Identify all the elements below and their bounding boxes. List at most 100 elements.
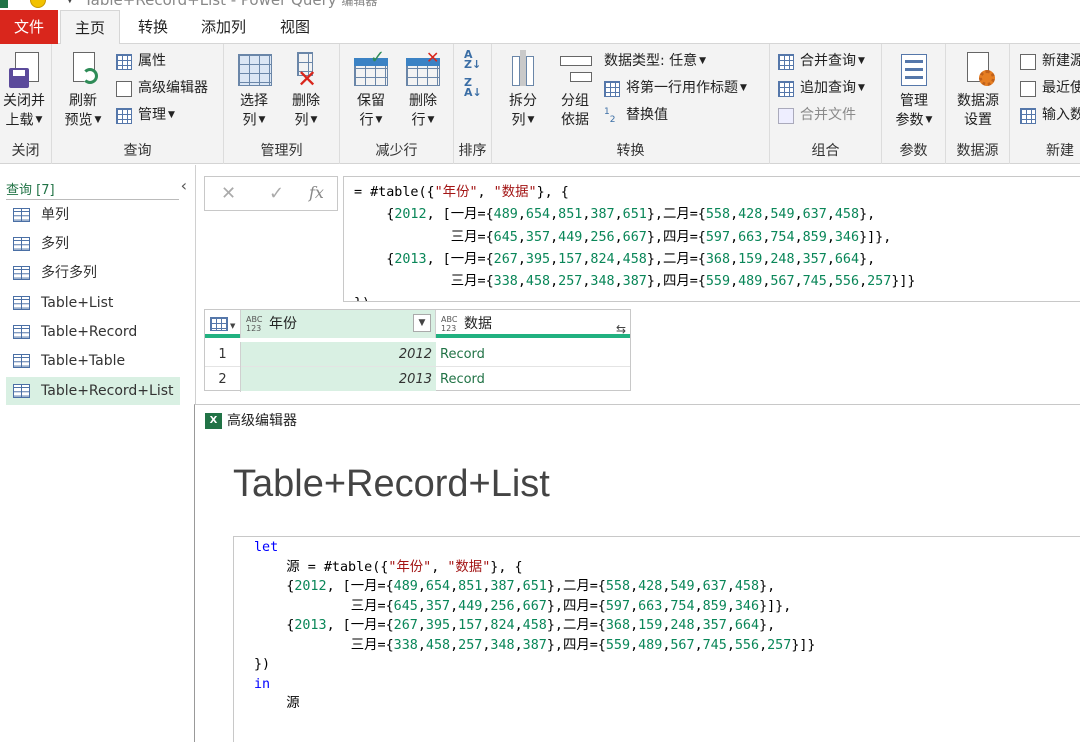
sort-ascending-icon[interactable]: A Z↓ — [464, 49, 484, 70]
table-icon — [13, 237, 30, 251]
chevron-down-icon: ▼ — [858, 83, 865, 93]
group-by-icon — [556, 50, 594, 90]
table-row: 2 2013 Record — [205, 367, 630, 392]
expand-column-icon[interactable]: ⇆ — [616, 315, 626, 343]
keep-rows-button[interactable]: ✓ 保留 行 ▼ — [348, 48, 394, 131]
split-column-icon — [504, 50, 542, 90]
formula-controls: ✕ ✓ fx — [204, 176, 338, 211]
group-label-manage-columns: 管理列 — [260, 143, 303, 159]
group-label-data-source: 数据源 — [956, 143, 999, 159]
excel-icon: X — [205, 413, 222, 429]
ribbon-tabs: 文件 主页 转换 添加列 视图 — [0, 10, 1080, 45]
choose-columns-button[interactable]: 选择 列 ▼ — [232, 50, 276, 131]
data-source-settings-button[interactable]: 数据源 设置 — [952, 50, 1004, 130]
group-close: 关闭并 上载 ▼ 关闭 — [0, 44, 52, 164]
advanced-editor-button[interactable]: 高级编辑器 — [116, 78, 208, 100]
code-line: let — [254, 540, 279, 555]
formula-bar[interactable]: = #table({"年份", "数据"}, { {2012, [一月={489… — [343, 176, 1080, 302]
code-line: {2013, [一月={267,395,157,824,458},二月={368… — [254, 618, 776, 633]
fx-icon[interactable]: fx — [309, 183, 324, 202]
choose-columns-icon — [235, 50, 273, 90]
query-item[interactable]: 单列 — [6, 201, 180, 229]
group-label-combine: 组合 — [811, 143, 840, 159]
title-bar: ▼ Table+Record+List - Power Query 编辑器 — [0, 0, 1080, 10]
enter-data-icon — [1020, 108, 1036, 124]
data-type-dropdown[interactable]: 数据类型: 任意 ▼ — [604, 51, 706, 73]
recent-sources-button[interactable]: 最近使 — [1020, 78, 1080, 100]
query-item[interactable]: Table+Table — [6, 347, 180, 375]
group-label-transform: 转换 — [616, 143, 645, 159]
quick-access-dropdown-icon[interactable]: ▼ — [66, 0, 74, 5]
advanced-editor-icon — [116, 81, 132, 97]
column-header-data[interactable]: ABC 123 数据 ⇆ — [436, 310, 630, 338]
feedback-smiley-icon[interactable] — [30, 0, 46, 8]
tab-add-column[interactable]: 添加列 — [187, 10, 260, 44]
query-item[interactable]: 多行多列 — [6, 259, 180, 287]
type-any-icon: ABC 123 — [246, 315, 263, 333]
group-parameters: 管理 参数 ▼ 参数 — [882, 44, 946, 164]
filter-dropdown-icon[interactable]: ▼ — [413, 314, 431, 332]
cell-year[interactable]: 2013 — [241, 367, 436, 391]
table-icon — [13, 354, 30, 368]
cell-year[interactable]: 2012 — [241, 342, 436, 366]
new-source-icon — [1020, 54, 1036, 70]
replace-values-button[interactable]: 1 2 替换值 — [604, 105, 668, 127]
ribbon: 关闭并 上载▼ 关闭 刷新 预览▼ 属性 高级编辑器 管理▼ 查询 选择 — [0, 44, 1080, 164]
cell-record-link[interactable]: Record — [440, 367, 485, 392]
query-item-selected[interactable]: Table+Record+List — [6, 377, 180, 405]
tab-transform[interactable]: 转换 — [124, 10, 182, 44]
chevron-down-icon: ▼ — [740, 83, 747, 93]
collapse-pane-icon[interactable]: ‹ — [181, 176, 187, 195]
refresh-preview-button[interactable]: 刷新 预览 ▼ — [58, 50, 108, 131]
queries-pane: 查询 [7] ‹ 单列 多列 多行多列 Table+List Table+Rec… — [0, 165, 196, 742]
manage-button[interactable]: 管理 ▼ — [116, 105, 175, 127]
group-data-source: 数据源 设置 数据源 — [946, 44, 1010, 164]
cancel-formula-icon[interactable]: ✕ — [221, 183, 236, 204]
properties-button[interactable]: 属性 — [116, 51, 166, 73]
group-sort: A Z↓ Z A↓ 排序 — [454, 44, 492, 164]
chevron-down-icon: ▼ — [310, 115, 318, 125]
grid-header: ▼ ABC 123 年份 ▼ ABC 123 数据 ⇆ — [205, 310, 630, 338]
append-queries-button[interactable]: 追加查询 ▼ — [778, 78, 865, 100]
manage-parameters-button[interactable]: 管理 参数 ▼ — [890, 50, 938, 131]
formula-line: {2013, [一月={267,395,157,824,458},二月={368… — [354, 251, 876, 267]
code-line: {2012, [一月={489,654,851,387,651},二月={558… — [254, 579, 776, 594]
merge-queries-button[interactable]: 合并查询 ▼ — [778, 51, 865, 73]
data-source-settings-icon — [959, 50, 997, 90]
query-item[interactable]: Table+Record — [6, 318, 180, 346]
combine-files-icon — [778, 108, 794, 124]
query-item[interactable]: Table+List — [6, 289, 180, 317]
enter-data-button[interactable]: 输入数 — [1020, 105, 1080, 127]
chevron-down-icon: ▼ — [375, 115, 383, 125]
group-reduce-rows: ✓ 保留 行 ▼ ✕ 删除 行 ▼ 减少行 — [340, 44, 454, 164]
query-item[interactable]: 多列 — [6, 230, 180, 258]
table-icon — [13, 325, 30, 339]
code-editor[interactable]: let 源 = #table({"年份", "数据"}, { {2012, [一… — [233, 536, 1080, 742]
data-preview-grid: ▼ ABC 123 年份 ▼ ABC 123 数据 ⇆ 1 2012 Record … — [204, 309, 631, 392]
use-first-row-as-headers-button[interactable]: 将第一行用作标题 ▼ — [604, 78, 747, 100]
split-column-button[interactable]: 拆分 列 ▼ — [500, 50, 546, 131]
tab-home[interactable]: 主页 — [60, 10, 121, 45]
advanced-editor-titlebar: X 高级编辑器 — [205, 412, 297, 430]
tab-view[interactable]: 视图 — [266, 10, 324, 44]
divider — [6, 199, 179, 200]
combine-files-button[interactable]: 合并文件 — [778, 105, 856, 127]
sort-descending-icon[interactable]: Z A↓ — [464, 77, 484, 98]
close-and-load-button[interactable]: 关闭并 上载 ▼ — [0, 50, 48, 131]
table-menu-button[interactable]: ▼ — [205, 310, 241, 338]
formula-line: }) — [354, 293, 1080, 301]
manage-icon — [116, 108, 132, 124]
cell-record-link[interactable]: Record — [440, 342, 485, 367]
chevron-down-icon: ▼ — [527, 115, 535, 125]
column-header-year[interactable]: ABC 123 年份 ▼ — [241, 310, 436, 338]
commit-formula-icon[interactable]: ✓ — [269, 183, 284, 204]
remove-rows-button[interactable]: ✕ 删除 行 ▼ — [400, 48, 446, 131]
group-by-button[interactable]: 分组 依据 — [552, 50, 598, 130]
new-source-button[interactable]: 新建源 — [1020, 51, 1080, 73]
tab-file[interactable]: 文件 — [0, 10, 58, 44]
chevron-down-icon: ▼ — [168, 110, 175, 120]
code-line: in — [254, 676, 271, 692]
group-label-query: 查询 — [123, 143, 152, 159]
group-combine: 合并查询 ▼ 追加查询 ▼ 合并文件 组合 — [770, 44, 882, 164]
remove-columns-button[interactable]: ✕ 删除 列 ▼ — [284, 50, 328, 131]
